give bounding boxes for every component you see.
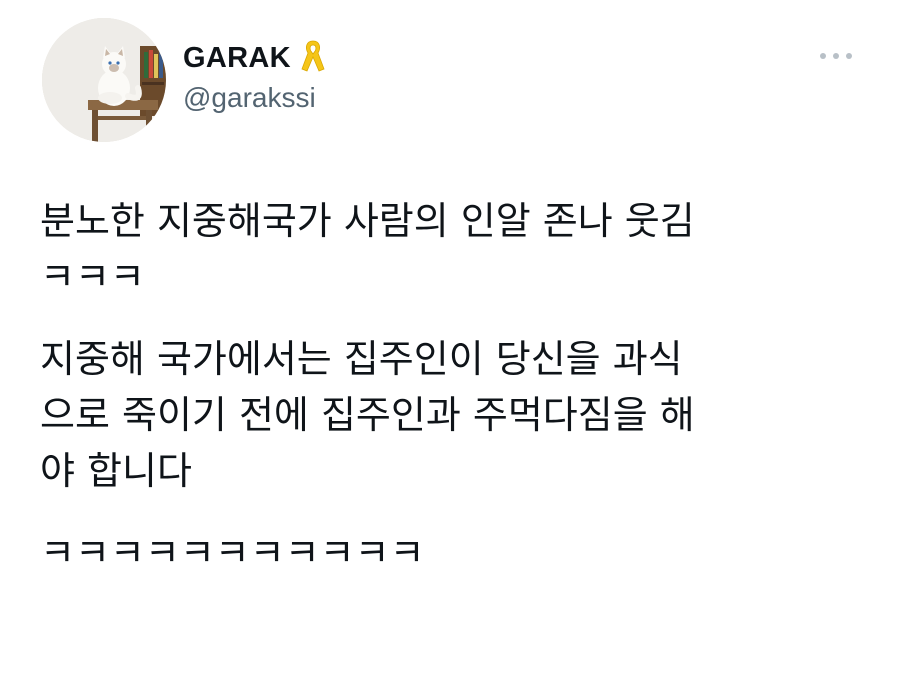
tweet-card: GARAK @garakssi 분노한 지중해국가 사람의 인알 존나 웃김 ㅋ…	[0, 0, 900, 680]
more-horizontal-icon-dot	[820, 53, 826, 59]
display-name[interactable]: GARAK	[183, 42, 291, 75]
yellow-ribbon-icon	[299, 38, 327, 78]
author-info: GARAK @garakssi	[183, 40, 327, 114]
more-horizontal-icon-dot	[833, 53, 839, 59]
tweet-paragraph: ㅋㅋㅋㅋㅋㅋㅋㅋㅋㅋㅋ	[40, 531, 425, 575]
more-horizontal-icon-dot	[846, 53, 852, 59]
name-row: GARAK	[183, 40, 327, 76]
cat-photo-icon	[42, 18, 166, 142]
tweet-text: 분노한 지중해국가 사람의 인알 존나 웃김 ㅋㅋㅋ 지중해 국가에서는 집주인…	[40, 193, 870, 607]
tweet-paragraph: 분노한 지중해국가 사람의 인알 존나 웃김 ㅋㅋㅋ	[40, 199, 695, 299]
user-handle[interactable]: @garakssi	[183, 82, 327, 114]
more-options-button[interactable]	[816, 46, 856, 66]
tweet-paragraph: 지중해 국가에서는 집주인이 당신을 과식 으로 죽이기 전에 집주인과 주먹다…	[40, 337, 695, 493]
avatar[interactable]	[42, 18, 166, 142]
